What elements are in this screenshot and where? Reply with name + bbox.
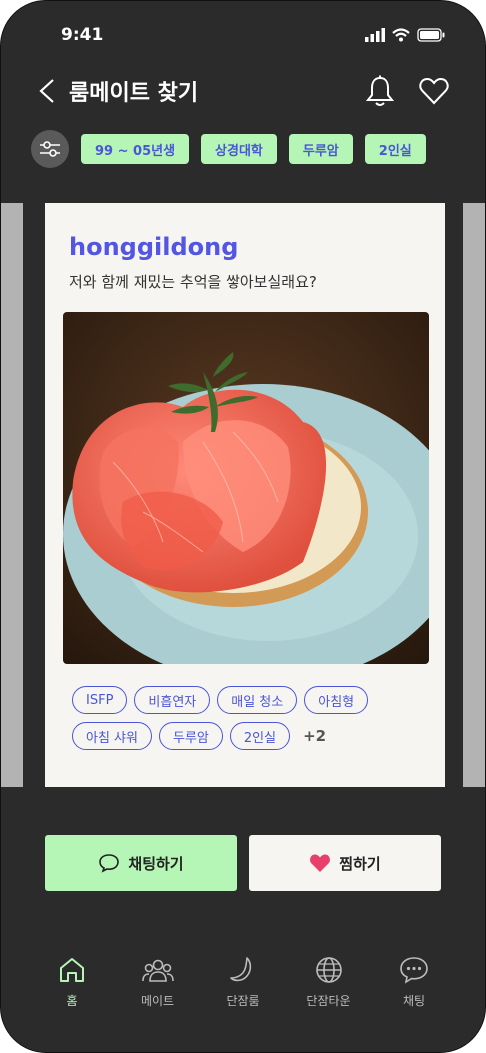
app-header: 룸메이트 찾기 [37, 71, 449, 111]
bell-icon[interactable] [365, 75, 395, 107]
chat-icon [400, 957, 428, 984]
tab-sleep-town[interactable]: 단잠타운 [294, 956, 364, 1018]
sliders-icon [40, 141, 60, 157]
next-card-peek[interactable] [463, 203, 485, 787]
grapefruit-tart-photo [63, 312, 429, 664]
card-username: honggildong [69, 233, 239, 261]
tab-label: 채팅 [402, 994, 426, 1008]
signal-icon [365, 28, 385, 42]
chat-bubble-icon [99, 854, 120, 873]
trait-tag: 비흡연자 [134, 686, 211, 714]
filter-chip-birth-year[interactable]: 99 ~ 05년생 [81, 134, 190, 164]
people-icon [141, 959, 174, 982]
card-tagline: 저와 함께 재밌는 추억을 쌓아보실래요? [69, 273, 317, 291]
tab-label: 홈 [66, 994, 78, 1008]
chat-button[interactable]: 채팅하기 [45, 835, 237, 891]
heart-filled-icon [310, 854, 331, 872]
trait-tag: 2인실 [229, 722, 291, 750]
status-bar: 9:41 [61, 21, 445, 49]
chat-button-label: 채팅하기 [128, 854, 184, 873]
trait-tag: 아침 샤워 [72, 722, 152, 750]
trait-tag: ISFP [72, 686, 128, 714]
trait-tag: 아침형 [304, 686, 369, 714]
trait-tag: 두루암 [158, 722, 223, 750]
tab-chat[interactable]: 채팅 [379, 956, 449, 1018]
tab-label: 단잠룸 [226, 994, 260, 1008]
back-button[interactable] [37, 76, 63, 106]
filter-chip-room-type[interactable]: 2인실 [364, 134, 426, 164]
status-time: 9:41 [61, 25, 104, 45]
roommate-card[interactable]: honggildong 저와 함께 재밌는 추억을 쌓아보실래요? ISFP 비… [45, 203, 445, 787]
filter-settings-button[interactable] [31, 130, 69, 168]
home-icon [60, 958, 84, 982]
tab-label: 단잠타운 [306, 994, 351, 1008]
tab-label: 메이트 [140, 994, 175, 1008]
globe-icon [315, 957, 342, 983]
bottom-tab-bar: 홈 메이트 단잠룸 단잠타운 채팅 [37, 956, 449, 1018]
like-button-label: 찜하기 [339, 854, 381, 873]
wifi-icon [392, 28, 410, 42]
moon-icon [230, 957, 252, 982]
tab-sleep-room[interactable]: 단잠룸 [208, 956, 278, 1018]
status-icons [365, 28, 445, 42]
filter-bar: 99 ~ 05년생 상경대학 두루암 2인실 [31, 130, 455, 168]
trait-tags: ISFP 비흡연자 매일 청소 아침형 아침 샤워 두루암 2인실 +2 [72, 686, 412, 750]
trait-tag: 매일 청소 [217, 686, 298, 714]
heart-outline-icon[interactable] [419, 77, 449, 105]
phone-frame: 9:41 룸메이트 찾기 99 ~ 05년생 상경대학 두루암 2인실 hong… [0, 0, 486, 1053]
card-actions: 채팅하기 찜하기 [45, 835, 441, 891]
chevron-left-icon [39, 79, 54, 103]
like-button[interactable]: 찜하기 [249, 835, 441, 891]
filter-chip-dorm[interactable]: 두루암 [288, 134, 353, 164]
profile-photo [63, 312, 429, 664]
previous-card-peek[interactable] [1, 203, 23, 787]
battery-icon [417, 28, 445, 42]
tab-home[interactable]: 홈 [37, 956, 107, 1018]
filter-chip-college[interactable]: 상경대학 [201, 134, 277, 164]
page-title: 룸메이트 찾기 [69, 81, 199, 106]
more-tags-count[interactable]: +2 [303, 722, 326, 750]
tab-mate[interactable]: 메이트 [123, 956, 193, 1018]
